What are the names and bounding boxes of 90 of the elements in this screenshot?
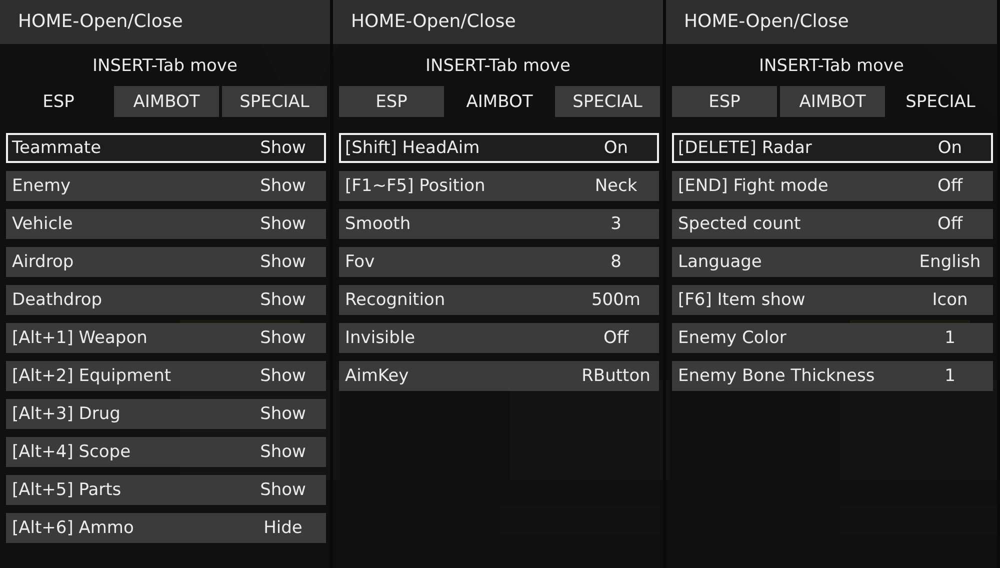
option-label: Language — [677, 252, 763, 272]
option-value: 1 — [944, 328, 956, 348]
option-label: [Alt+4] Scope — [11, 442, 132, 462]
menu-row[interactable]: Spected count Off — [672, 209, 993, 239]
option-value: On — [936, 138, 964, 158]
option-label: [Alt+1] Weapon — [11, 328, 148, 348]
option-value: Show — [259, 252, 307, 272]
menu-row[interactable]: Vehicle Show — [6, 209, 326, 239]
option-value: Off — [936, 214, 964, 234]
tab[interactable]: SPECIAL — [555, 86, 660, 117]
option-label: [F6] Item show — [677, 290, 806, 310]
option-label: [F1~F5] Position — [344, 176, 486, 196]
menu-row[interactable]: [Alt+4] Scope Show — [6, 437, 326, 467]
option-label: Fov — [344, 252, 376, 272]
option-value: Show — [259, 138, 307, 158]
menu-row[interactable]: Invisible Off — [339, 323, 659, 353]
tab[interactable]: ESP — [672, 86, 777, 117]
option-value: Show — [259, 480, 307, 500]
option-value: Show — [259, 290, 307, 310]
option-label: Enemy Color — [677, 328, 788, 348]
tab[interactable]: ESP — [6, 86, 111, 117]
menu-row[interactable]: Smooth 3 — [339, 209, 659, 239]
option-label: [Alt+2] Equipment — [11, 366, 172, 386]
option-value: Show — [259, 214, 307, 234]
option-label: Enemy Bone Thickness — [677, 366, 876, 386]
option-value: 500m — [590, 290, 642, 310]
menu-row[interactable]: [Alt+3] Drug Show — [6, 399, 326, 429]
option-value: 3 — [610, 214, 622, 234]
menu-row[interactable]: Deathdrop Show — [6, 285, 326, 315]
option-value: Hide — [262, 518, 304, 538]
hint-text: INSERT-Tab move — [92, 56, 238, 78]
menu-row[interactable]: [Shift] HeadAim On — [339, 133, 659, 163]
menu-row[interactable]: [Alt+6] Ammo Hide — [6, 513, 326, 543]
option-value: Show — [259, 328, 307, 348]
hint-text: INSERT-Tab move — [758, 56, 905, 78]
option-value: Show — [259, 366, 307, 386]
option-value: 1 — [944, 366, 956, 386]
tab[interactable]: SPECIAL — [888, 86, 993, 117]
option-value: Neck — [594, 176, 638, 196]
menu-row[interactable]: Enemy Show — [6, 171, 326, 201]
menu-row[interactable]: Airdrop Show — [6, 247, 326, 277]
option-label: Teammate — [11, 138, 102, 158]
option-label: Deathdrop — [11, 290, 104, 310]
option-label: Spected count — [677, 214, 802, 234]
tab[interactable]: AIMBOT — [780, 86, 885, 117]
option-label: [END] Fight mode — [677, 176, 830, 196]
option-value: Off — [602, 328, 630, 348]
option-value: Off — [936, 176, 964, 196]
tab[interactable]: AIMBOT — [114, 86, 219, 117]
tab[interactable]: SPECIAL — [222, 86, 327, 117]
hint-text: INSERT-Tab move — [424, 56, 572, 78]
menu-title-bar: HOME-Open/Close — [666, 0, 997, 44]
menu-title-bar: HOME-Open/Close — [0, 0, 330, 44]
menu-row[interactable]: [F6] Item show Icon — [672, 285, 993, 315]
option-label: [Alt+5] Parts — [11, 480, 122, 500]
option-label: Airdrop — [11, 252, 75, 272]
option-label: AimKey — [344, 366, 410, 386]
menu-row[interactable]: Enemy Bone Thickness 1 — [672, 361, 993, 391]
menu-row[interactable]: [END] Fight mode Off — [672, 171, 993, 201]
option-label: [Shift] HeadAim — [344, 138, 481, 158]
option-label: [Alt+6] Ammo — [11, 518, 135, 538]
option-value: Show — [259, 404, 307, 424]
tab[interactable]: AIMBOT — [447, 86, 552, 117]
menu-row[interactable]: [Alt+1] Weapon Show — [6, 323, 326, 353]
option-label: [DELETE] Radar — [677, 138, 813, 158]
menu-row[interactable]: Language English — [672, 247, 993, 277]
option-label: Vehicle — [11, 214, 74, 234]
option-label: Enemy — [11, 176, 72, 196]
menu-row[interactable]: Fov 8 — [339, 247, 659, 277]
option-label: Smooth — [344, 214, 412, 234]
option-label: Recognition — [344, 290, 446, 310]
menu-row[interactable]: [Alt+5] Parts Show — [6, 475, 326, 505]
menu-row[interactable]: [DELETE] Radar On — [672, 133, 993, 163]
menu-row[interactable]: AimKey RButton — [339, 361, 659, 391]
menu-row[interactable]: [Alt+2] Equipment Show — [6, 361, 326, 391]
menu-row[interactable]: Teammate Show — [6, 133, 326, 163]
option-value: RButton — [580, 366, 652, 386]
tab[interactable]: ESP — [339, 86, 444, 117]
menu-row[interactable]: [F1~F5] Position Neck — [339, 171, 659, 201]
option-value: Show — [259, 442, 307, 462]
option-value: English — [918, 252, 982, 272]
option-value: On — [602, 138, 630, 158]
option-label: [Alt+3] Drug — [11, 404, 122, 424]
menu-row[interactable]: Enemy Color 1 — [672, 323, 993, 353]
option-value: 8 — [610, 252, 622, 272]
option-label: Invisible — [344, 328, 416, 348]
option-value: Icon — [931, 290, 969, 310]
menu-title-bar: HOME-Open/Close — [333, 0, 663, 44]
option-value: Show — [259, 176, 307, 196]
menu-row[interactable]: Recognition 500m — [339, 285, 659, 315]
